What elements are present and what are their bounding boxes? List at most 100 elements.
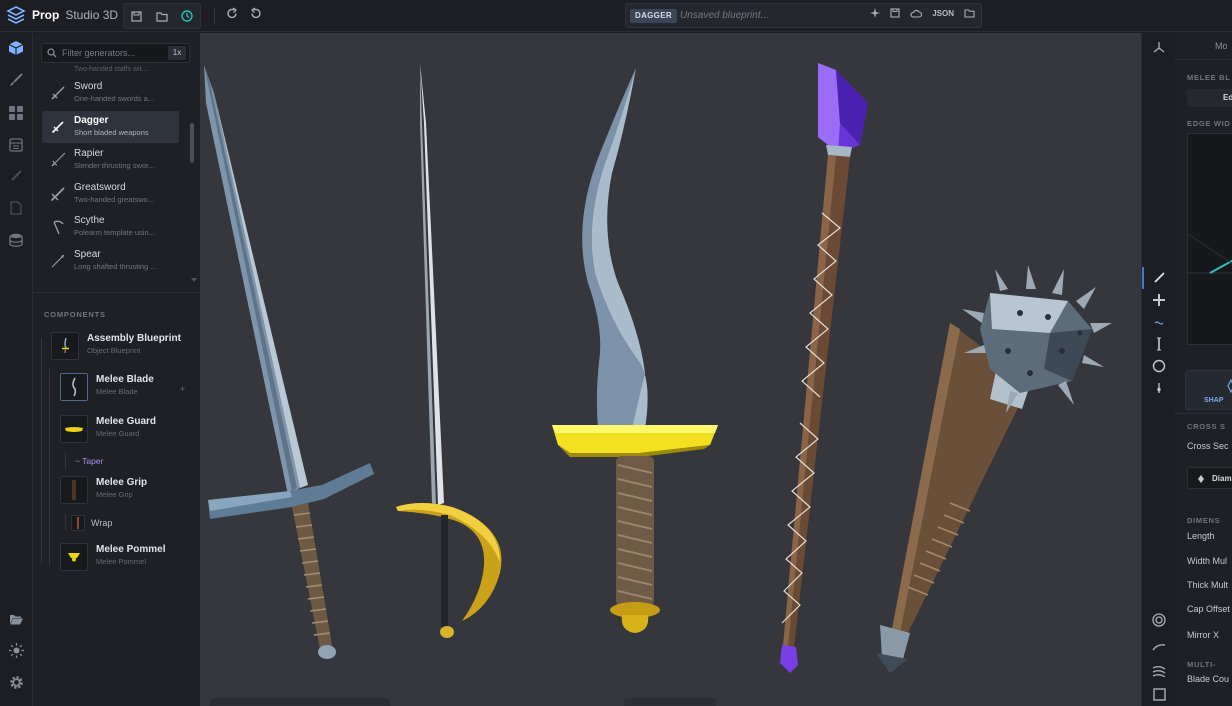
waves-icon [1152, 666, 1166, 677]
mode-tab[interactable]: Mo [1215, 41, 1228, 51]
component-melee-blade[interactable]: Melee Blade Melee Blade [60, 371, 190, 405]
open-folder-button[interactable] [153, 7, 171, 25]
rail-document-button[interactable] [6, 198, 26, 218]
viewport-bottom-toolbar-center[interactable] [624, 698, 716, 706]
viewport-bottom-toolbar-left[interactable] [210, 698, 390, 706]
component-subtitle: Object Blueprint [87, 346, 141, 355]
generator-list: Two-handed staffs wit... Sword One-hande… [42, 63, 179, 289]
component-melee-grip[interactable]: Melee Grip Melee Grip [60, 474, 190, 508]
rail-lighting-button[interactable] [6, 640, 26, 660]
folder-icon[interactable] [964, 8, 975, 18]
component-melee-guard[interactable]: Melee Guard Melee Guard [60, 413, 190, 447]
square-icon [1152, 687, 1166, 701]
generator-greatsword[interactable]: Greatsword Two-handed greatswo... [42, 178, 179, 210]
brand: Prop Studio 3D [6, 5, 118, 25]
component-assembly-blueprint[interactable]: Assembly Blueprint Object Blueprint [51, 330, 181, 364]
generator-sword[interactable]: Sword One-handed swords a... [42, 77, 179, 109]
dimensions-header[interactable]: DIMENS [1187, 516, 1220, 525]
rail-open-folder-button[interactable] [6, 609, 26, 629]
grip-tool-button[interactable] [1150, 335, 1168, 353]
guard-tool-button[interactable] [1150, 291, 1168, 309]
save-button[interactable] [128, 7, 146, 25]
shape-tab-button[interactable]: SHAP [1185, 370, 1232, 410]
edit-button[interactable]: Ed [1187, 89, 1232, 107]
wrap-label: Wrap [91, 518, 113, 528]
wrap-modifier[interactable]: Wrap [71, 515, 112, 531]
list-item-title: Rapier [74, 148, 104, 159]
generator-dagger[interactable]: Dagger Short bladed weapons [42, 111, 179, 143]
blade-tool-button[interactable] [1150, 269, 1168, 287]
rail-pen-button[interactable] [6, 166, 26, 186]
cloud-icon[interactable] [910, 9, 923, 18]
rail-calculator-button[interactable] [6, 135, 26, 155]
component-subtitle: Melee Pommel [96, 557, 147, 566]
guard-thumb-icon [65, 427, 83, 432]
filter-generators-input[interactable] [62, 46, 162, 60]
axis-gizmo-button[interactable] [1150, 38, 1168, 56]
target-button[interactable] [1150, 611, 1168, 629]
component-title: Melee Pommel [96, 544, 166, 555]
add-subcomponent-button[interactable]: + [180, 384, 185, 394]
component-subtitle: Melee Grip [96, 490, 133, 499]
generator-scythe[interactable]: Scythe Polearm template usin... [42, 211, 179, 243]
history-button[interactable] [178, 7, 196, 25]
panel-divider [33, 292, 200, 293]
circle-icon [1152, 359, 1166, 373]
json-export-button[interactable]: JSON [932, 9, 954, 18]
undo-icon[interactable] [249, 7, 262, 20]
component-subtitle: Melee Guard [96, 429, 140, 438]
grip-thumbnail [60, 476, 88, 504]
panel-divider [1175, 413, 1232, 414]
pommel-tool-button[interactable] [1150, 357, 1168, 375]
zoom-level-button[interactable]: 1x [168, 46, 186, 60]
wrap-tool-button[interactable] [1150, 379, 1168, 397]
rail-brush-button[interactable] [6, 70, 26, 90]
sword-icon [51, 86, 65, 100]
toolbar-divider [214, 8, 215, 24]
blueprint-actions: JSON [870, 8, 975, 18]
blade-tool-icon [1154, 272, 1165, 283]
list-item-title: Greatsword [74, 182, 126, 193]
sparkle-icon[interactable] [870, 8, 881, 18]
frame-button[interactable] [1150, 685, 1168, 703]
list-item-title: Scythe [74, 215, 105, 226]
rail-settings-button[interactable] [6, 672, 26, 692]
blueprint-type-badge: DAGGER [630, 9, 677, 23]
save-blueprint-icon[interactable] [890, 8, 900, 18]
app-window: Prop Studio 3D DAGGER Unsaved blueprint.… [0, 0, 1232, 706]
target-icon [1152, 613, 1166, 627]
redo-icon[interactable] [226, 7, 239, 20]
list-item-subtitle: Short bladed weapons [74, 128, 149, 137]
gear-icon [9, 675, 23, 689]
waves-button[interactable] [1150, 662, 1168, 680]
generator-rapier[interactable]: Rapier Slender thrusting swor... [42, 144, 179, 176]
width-multiplier-label: Width Mul [1187, 556, 1228, 566]
scroll-down-arrow-icon[interactable] [191, 278, 197, 282]
taper-tool-button[interactable] [1150, 313, 1168, 331]
rapier-model [396, 63, 502, 638]
taper-modifier[interactable]: ~ Taper [75, 456, 103, 466]
cross-section-value: Diam [1212, 474, 1232, 483]
edge-width-label: EDGE WID [1187, 119, 1231, 128]
3d-viewport[interactable] [200, 33, 1141, 706]
axis-icon [1153, 42, 1165, 53]
component-melee-pommel[interactable]: Melee Pommel Melee Pommel [60, 541, 190, 575]
edge-width-curve-editor[interactable] [1187, 133, 1232, 345]
cross-section-select[interactable]: Diam [1187, 467, 1232, 489]
save-icon [131, 10, 142, 22]
rail-database-button[interactable] [6, 230, 26, 250]
curve-button[interactable] [1150, 638, 1168, 656]
rail-grid-button[interactable] [6, 103, 26, 123]
curve-icon [1152, 644, 1166, 651]
curve-graph [1187, 233, 1232, 274]
multi-blade-header[interactable]: MULTI- [1187, 660, 1216, 669]
generator-spear[interactable]: Spear Long shafted thrusting ... [42, 245, 179, 277]
shape-tab-label: SHAP [1204, 397, 1224, 404]
rail-generators-button[interactable] [6, 38, 26, 58]
cross-section-label: Cross Sec [1187, 441, 1229, 451]
active-tool-marker [1142, 267, 1144, 289]
cross-section-header[interactable]: CROSS S [1187, 422, 1226, 431]
pen-icon [11, 170, 22, 181]
generator-list-scrollbar[interactable] [190, 123, 194, 163]
sword-model [204, 65, 374, 659]
